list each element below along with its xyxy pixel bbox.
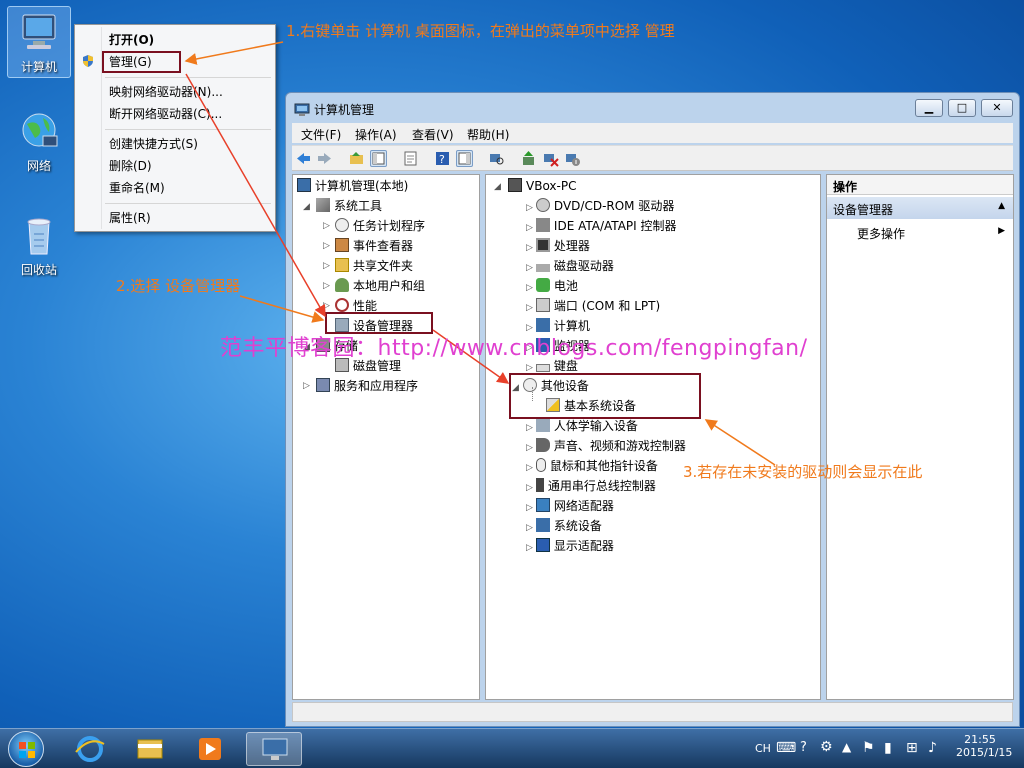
clock[interactable]: 21:55 2015/1/15: [956, 733, 1013, 759]
taskbar: CH ⌨ ? ⚙ ▲ ⚑ ▮ ⊞ ♪ 21:55 2015/1/15: [0, 728, 1024, 768]
annotation-step2: 2.选择 设备管理器: [116, 277, 241, 295]
annotation-arrows: [184, 41, 776, 466]
power-tray-icon[interactable]: ▮: [884, 740, 892, 756]
computer-management-icon: [262, 738, 288, 756]
arrow-step3: [704, 419, 776, 466]
clock-time: 21:55: [964, 733, 996, 746]
taskbar-computer-management[interactable]: [246, 732, 302, 766]
taskbar-ie[interactable]: [62, 732, 118, 766]
overflow-tray-icon[interactable]: ▲: [842, 740, 851, 754]
annotation-step1: 1.右键单击 计算机 桌面图标，在弹出的菜单项中选择 管理: [286, 22, 675, 40]
start-button[interactable]: [8, 731, 44, 767]
arrow-step1: [184, 41, 284, 65]
windows-logo-icon: [19, 742, 35, 758]
language-indicator[interactable]: CH: [755, 742, 771, 755]
volume-tray-icon[interactable]: ♪: [928, 740, 937, 756]
taskbar-media-player[interactable]: [182, 732, 238, 766]
keyboard-tray-icon[interactable]: ⌨: [776, 740, 796, 756]
network-tray-icon[interactable]: ⊞: [906, 740, 918, 756]
flag-tray-icon[interactable]: ⚑: [862, 740, 875, 756]
help-tray-icon[interactable]: ?: [800, 740, 807, 755]
annotation-step3: 3.若存在未安装的驱动则会显示在此: [683, 463, 923, 481]
folder-icon: [137, 739, 163, 759]
taskbar-explorer[interactable]: [122, 732, 178, 766]
settings-tray-icon[interactable]: ⚙: [820, 739, 833, 755]
arrow-step2: [239, 295, 325, 323]
clock-date: 2015/1/15: [956, 746, 1013, 759]
watermark-text: 范丰平博客园：http://www.cnblogs.com/fengpingfa…: [220, 336, 808, 361]
